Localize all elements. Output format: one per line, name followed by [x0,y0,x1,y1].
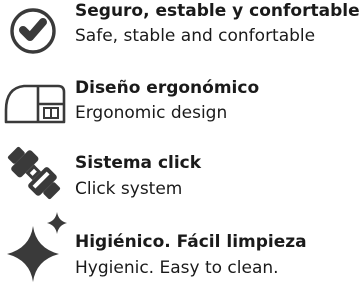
feature-subtitle: Ergonomic design [75,103,228,123]
feature-subtitle: Click system [75,179,183,199]
check-circle-icon [10,8,56,54]
feature-title: Sistema click [75,153,202,173]
feature-subtitle: Safe, stable and confortable [75,26,316,46]
ergonomic-seat-icon [4,84,66,124]
feature-subtitle: Hygienic. Easy to clean. [75,258,279,278]
click-connector-icon [7,146,61,200]
feature-item-safe: Seguro, estable y confortable Safe, stab… [0,0,359,60]
feature-item-click: Sistema click Click system [0,140,359,208]
sparkle-icon [7,212,67,282]
feature-title: Higiénico. Fácil limpieza [75,232,307,252]
feature-item-ergonomic: Diseño ergonómico Ergonomic design [0,70,359,130]
feature-title: Seguro, estable y confortable [75,1,359,21]
feature-title: Diseño ergonómico [75,78,260,98]
feature-item-hygienic: Higiénico. Fácil limpieza Hygienic. Easy… [0,212,359,285]
